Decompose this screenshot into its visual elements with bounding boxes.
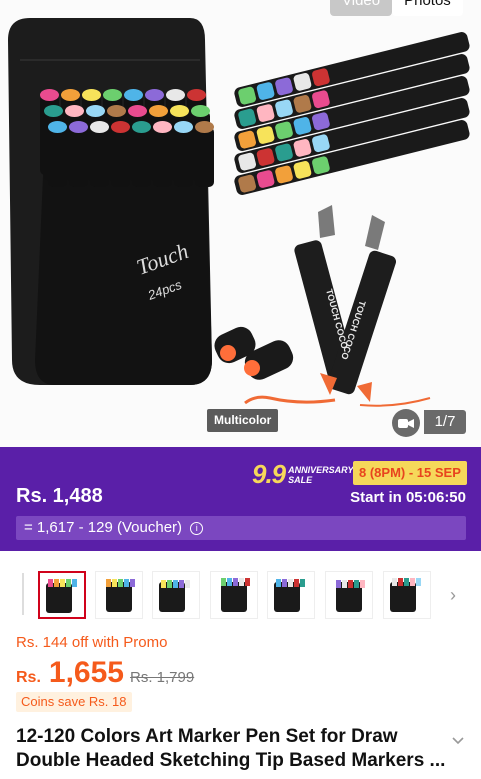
case-marker-cap xyxy=(174,121,193,133)
promo-discount: Rs. 144 off with Promo xyxy=(16,634,168,651)
product-image: Touch 24pcs TOUCH COCO TOUCH COCO xyxy=(8,18,470,407)
case-marker xyxy=(195,127,214,187)
case-marker-cap xyxy=(69,121,88,133)
chevron-down-icon[interactable] xyxy=(452,737,464,745)
case-marker-cap xyxy=(145,89,164,101)
price-block: Rs. 1,655 Rs. 1,799 xyxy=(16,656,194,690)
case-marker-cap xyxy=(170,105,189,117)
case-marker-cap xyxy=(191,105,210,117)
thumbnail-image xyxy=(106,579,135,612)
case-marker xyxy=(132,127,151,187)
case-marker-cap xyxy=(61,89,80,101)
marker-stack xyxy=(234,32,470,195)
thumbnail[interactable] xyxy=(210,571,258,619)
marker-case: Touch 24pcs xyxy=(8,18,214,385)
thumbnail[interactable] xyxy=(152,571,200,619)
case-marker xyxy=(48,127,67,187)
case-marker-cap xyxy=(128,105,147,117)
thumbnail[interactable] xyxy=(38,571,86,619)
thumbnail-image xyxy=(336,580,365,612)
voucher-breakdown[interactable]: = 1,617 - 129 (Voucher) i xyxy=(16,516,466,540)
image-counter: 1/7 xyxy=(424,410,466,434)
case-marker xyxy=(111,127,130,187)
case-marker-cap xyxy=(153,121,172,133)
case-marker-cap xyxy=(82,89,101,101)
case-marker-cap xyxy=(107,105,126,117)
case-marker-cap xyxy=(44,105,63,117)
product-title: 12-120 Colors Art Marker Pen Set for Dra… xyxy=(16,726,446,771)
sale-number: 9.9 xyxy=(252,459,286,489)
chevron-right-icon[interactable]: › xyxy=(450,585,456,606)
original-price: Rs. 1,799 xyxy=(129,669,195,686)
marker-caps xyxy=(214,326,294,380)
case-marker-cap xyxy=(132,121,151,133)
thumbnail[interactable] xyxy=(325,571,373,619)
thumbnail-edge xyxy=(22,573,24,615)
case-marker-cap xyxy=(103,89,122,101)
case-marker-cap xyxy=(90,121,109,133)
case-marker-cap xyxy=(65,105,84,117)
crossed-markers: TOUCH COCO TOUCH COCO xyxy=(244,205,431,407)
campaign-banner: 9.9 ANNIVERSARY SALE 8 (8PM) - 15 SEP Rs… xyxy=(0,447,481,551)
price-amount: 1,655 xyxy=(48,656,124,689)
case-marker-cap xyxy=(149,105,168,117)
price-currency: Rs. xyxy=(16,669,41,686)
case-marker-cap xyxy=(124,89,143,101)
case-marker xyxy=(174,127,193,187)
case-marker xyxy=(90,127,109,187)
campaign-price: Rs. 1,488 xyxy=(16,485,103,507)
thumbnail-strip: › xyxy=(0,567,481,625)
variant-badge: Multicolor xyxy=(207,409,279,432)
case-marker-cap xyxy=(187,89,206,101)
thumbnail-image xyxy=(159,580,190,612)
sale-dates: 8 (8PM) - 15 SEP xyxy=(353,461,467,485)
sale-label: ANNIVERSARY SALE xyxy=(288,465,353,485)
case-marker xyxy=(153,127,172,187)
case-marker-cap xyxy=(40,89,59,101)
case-marker-cap xyxy=(86,105,105,117)
countdown: Start in 05:06:50 xyxy=(350,489,466,506)
thumbnail-image xyxy=(221,578,250,612)
case-marker xyxy=(69,127,88,187)
info-icon[interactable]: i xyxy=(190,522,204,535)
sale-label-line1: ANNIVERSARY xyxy=(288,464,354,475)
video-camera-icon xyxy=(398,418,414,428)
coins-badge: Coins save Rs. 18 xyxy=(16,692,132,712)
thumbnail[interactable] xyxy=(95,571,143,619)
thumbnail[interactable] xyxy=(267,571,315,619)
case-marker-cap xyxy=(48,121,67,133)
thumbnail-image xyxy=(46,579,77,613)
sale-label-line2: SALE xyxy=(288,474,313,485)
case-marker-cap xyxy=(166,89,185,101)
case-marker-cap xyxy=(111,121,130,133)
product-gallery[interactable]: Video Photos Touch 24pcs TOUCH COCO TOUC… xyxy=(0,0,481,447)
thumbnail[interactable] xyxy=(383,571,431,619)
video-button[interactable] xyxy=(392,409,420,437)
voucher-text: = 1,617 - 129 (Voucher) xyxy=(24,519,183,536)
sale-logo: 9.9 ANNIVERSARY SALE xyxy=(252,459,354,490)
case-marker-cap xyxy=(195,121,214,133)
thumbnail-image xyxy=(274,579,305,612)
thumbnail-image xyxy=(390,578,421,612)
